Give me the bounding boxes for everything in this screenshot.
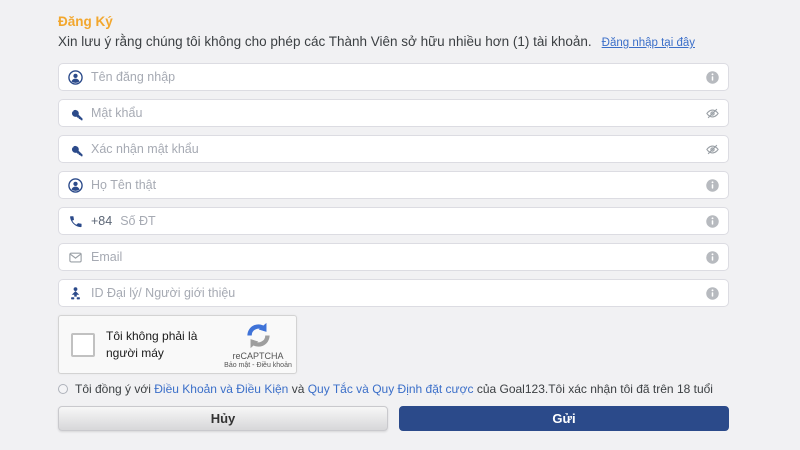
- recaptcha-logo-icon: [244, 321, 273, 350]
- cancel-button[interactable]: Hủy: [58, 406, 388, 431]
- login-link[interactable]: Đăng nhập tại đây: [602, 37, 695, 49]
- info-icon[interactable]: [705, 286, 720, 301]
- recaptcha-terms-links[interactable]: Bảo mật - Điều khoản: [224, 362, 292, 369]
- eye-off-icon[interactable]: [705, 106, 720, 121]
- agreement-radio[interactable]: [58, 384, 68, 394]
- agreement-suffix: của Goal123.Tôi xác nhận tôi đã trên 18 …: [477, 382, 713, 396]
- submit-button[interactable]: Gửi: [399, 406, 729, 431]
- rules-link[interactable]: Quy Tắc và Quy Định đặt cược: [308, 382, 474, 396]
- recaptcha-widget: Tôi không phải là người máy reCAPTCHA Bả…: [58, 315, 297, 374]
- agreement-text: Tôi đồng ý với Điều Khoản và Điều Kiện v…: [75, 382, 713, 396]
- info-icon[interactable]: [705, 70, 720, 85]
- agreement-row: Tôi đồng ý với Điều Khoản và Điều Kiện v…: [58, 382, 729, 396]
- register-form: Đăng Ký Xin lưu ý rằng chúng tôi không c…: [58, 0, 729, 431]
- user-icon: [68, 70, 83, 85]
- recaptcha-label: Tôi không phải là người máy: [106, 328, 222, 360]
- key-icon: [68, 106, 83, 121]
- agreement-prefix: Tôi đồng ý với: [75, 382, 151, 396]
- email-field: [58, 243, 729, 271]
- agent-id-field: [58, 279, 729, 307]
- password-input[interactable]: [91, 100, 697, 126]
- username-input[interactable]: [91, 64, 697, 90]
- key-icon: [68, 142, 83, 157]
- confirm-password-field: [58, 135, 729, 163]
- agreement-connector: và: [292, 382, 305, 396]
- page-title: Đăng Ký: [58, 14, 729, 29]
- user-icon: [68, 178, 83, 193]
- terms-link[interactable]: Điều Khoản và Điều Kiện: [154, 382, 288, 396]
- info-icon[interactable]: [705, 250, 720, 265]
- recaptcha-name: reCAPTCHA: [232, 351, 283, 361]
- form-actions: Hủy Gửi: [58, 406, 729, 431]
- notice-row: Xin lưu ý rằng chúng tôi không cho phép …: [58, 34, 729, 49]
- email-input[interactable]: [91, 244, 697, 270]
- phone-icon: [68, 214, 83, 229]
- info-icon[interactable]: [705, 214, 720, 229]
- notice-text: Xin lưu ý rằng chúng tôi không cho phép …: [58, 34, 592, 49]
- email-icon: [68, 250, 83, 265]
- recaptcha-brand: reCAPTCHA Bảo mật - Điều khoản: [228, 321, 288, 369]
- phone-input[interactable]: [120, 208, 697, 234]
- agent-id-input[interactable]: [91, 280, 697, 306]
- recaptcha-checkbox[interactable]: [71, 333, 95, 357]
- phone-field: +84: [58, 207, 729, 235]
- eye-off-icon[interactable]: [705, 142, 720, 157]
- referral-icon: [68, 286, 83, 301]
- info-icon[interactable]: [705, 178, 720, 193]
- username-field: [58, 63, 729, 91]
- real-name-input[interactable]: [91, 172, 697, 198]
- password-field: [58, 99, 729, 127]
- confirm-password-input[interactable]: [91, 136, 697, 162]
- phone-prefix: +84: [91, 214, 112, 228]
- real-name-field: [58, 171, 729, 199]
